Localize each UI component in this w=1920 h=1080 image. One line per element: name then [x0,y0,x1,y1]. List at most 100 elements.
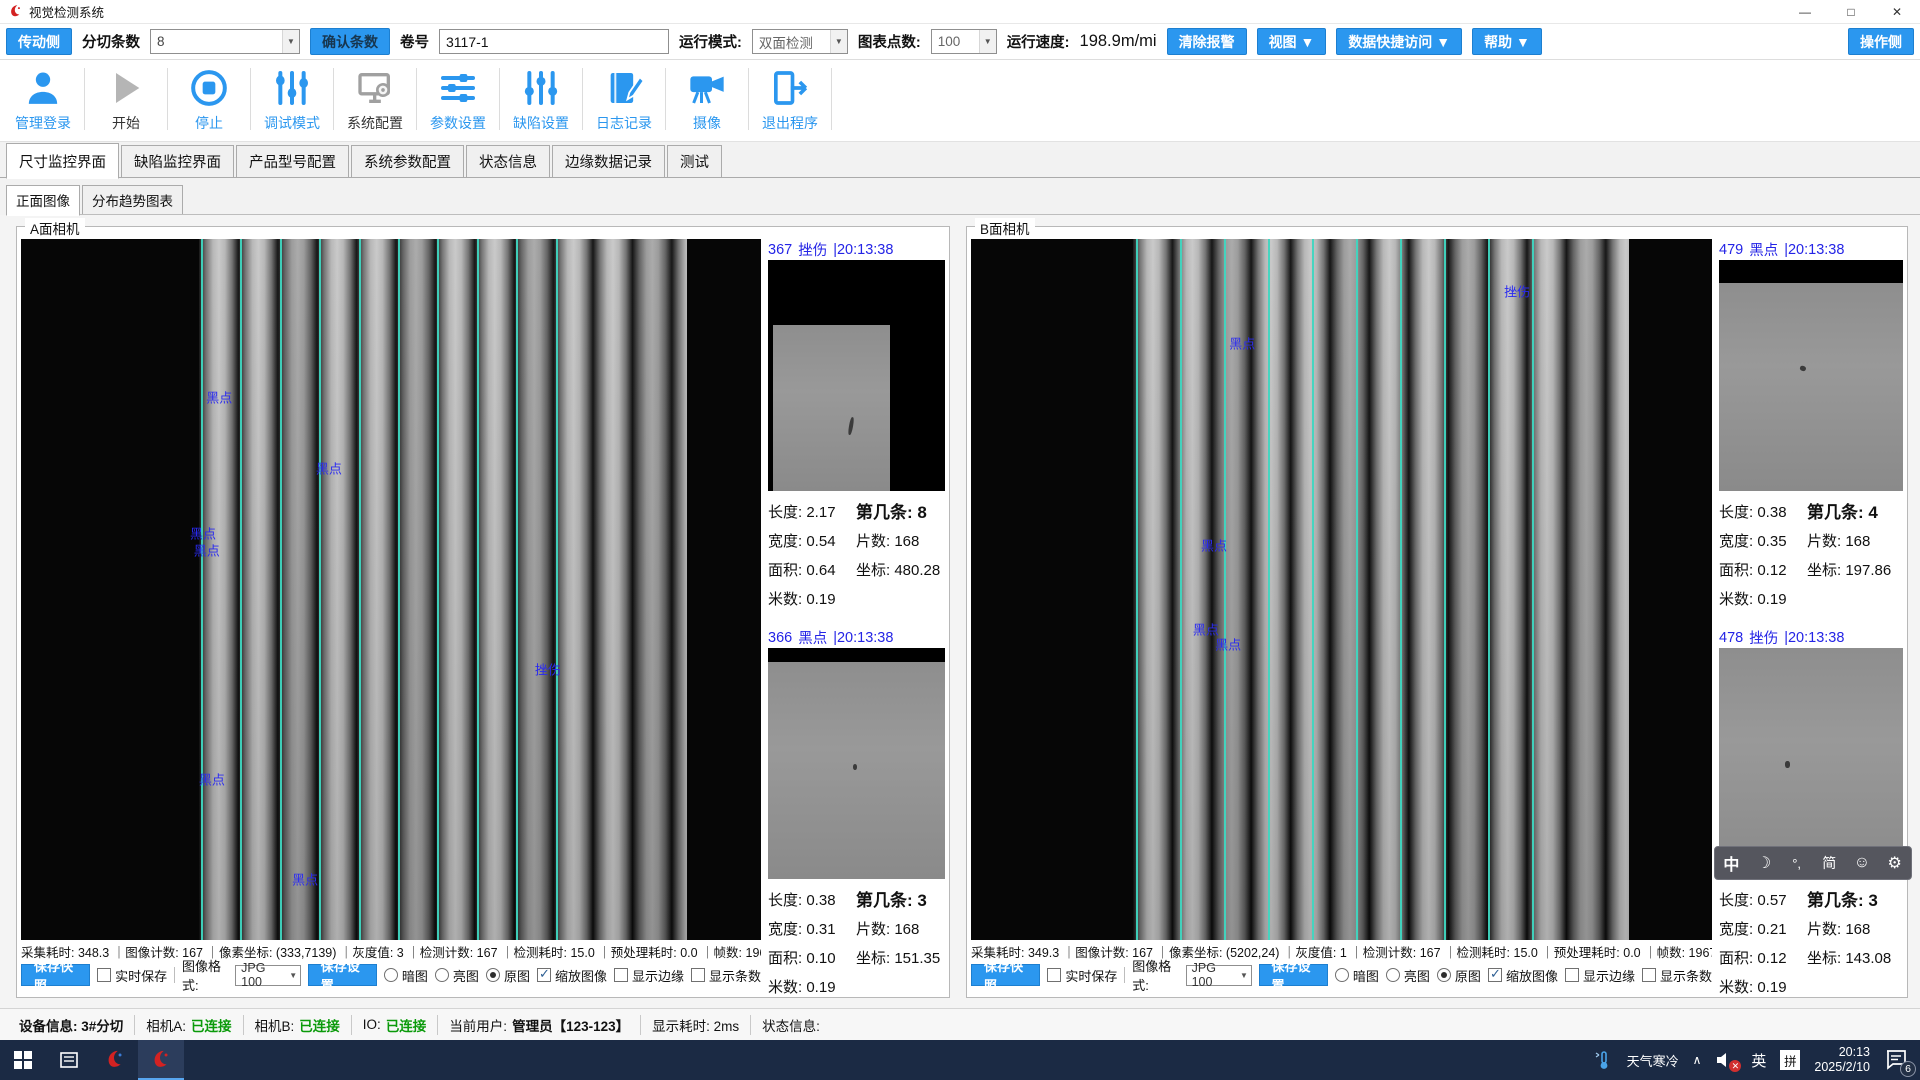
ime-settings-gear-icon[interactable]: ⚙ [1884,853,1906,873]
tab-front-image[interactable]: 正面图像 [6,185,80,216]
exit-program-button[interactable]: 退出程序 [755,60,825,133]
task-view-icon [59,1050,79,1070]
minimize-button[interactable]: — [1782,0,1828,23]
defect-overlay-label: 黑点 [199,770,225,789]
start-button[interactable]: 开始 [91,60,161,133]
original-image-radio[interactable]: 原图 [486,966,530,985]
thermometer-icon [1595,1050,1613,1070]
defect-card[interactable]: 479黑点|20:13:38 长度: 0.38 第几条: 4 宽度: 0.35 … [1719,239,1903,614]
radio-icon [384,968,398,982]
ime-emoji-icon[interactable]: ☺ [1851,854,1873,872]
view-menu-button[interactable]: 视图 ▼ [1257,28,1327,55]
zoom-image-checkbox[interactable]: 缩放图像 [1488,966,1558,985]
image-format-select[interactable]: JPG 100▼ [235,965,301,986]
slit-boundary-line [240,239,242,940]
confirm-count-button[interactable]: 确认条数 [310,28,390,55]
volume-muted-icon[interactable]: ✕ [1715,1050,1737,1070]
data-quick-access-button[interactable]: 数据快捷访问 ▼ [1336,28,1462,55]
chevron-down-icon: ▼ [287,966,300,985]
device-info: 设备信息: 3#分切 [8,1015,135,1035]
strip-count-select[interactable]: 8 ▼ [150,29,300,54]
defect-thumbnail [1719,648,1903,879]
ime-fullwidth-moon-icon[interactable]: ☽ [1753,853,1775,873]
defect-thumbnail [768,260,945,491]
task-view-button[interactable] [46,1040,92,1080]
dark-image-radio[interactable]: 暗图 [1335,966,1379,985]
camera-a-image[interactable]: 黑点黑点黑点黑点挫伤黑点黑点 [21,239,761,940]
capture-button[interactable]: 摄像 [672,60,742,133]
tab-trend-chart[interactable]: 分布趋势图表 [82,185,183,215]
thumbnail-material-region [768,662,945,879]
checkbox-checked-icon [1488,968,1502,982]
image-format-select[interactable]: JPG 100▼ [1186,965,1252,986]
original-image-radio[interactable]: 原图 [1437,966,1481,985]
save-settings-button[interactable]: 保存设置 [308,964,377,986]
camera-b-image[interactable]: 挫伤黑点黑点黑点黑点 [971,239,1712,940]
roll-number-input[interactable]: 3117-1 [439,29,669,54]
defect-card[interactable]: 367挫伤|20:13:38 长度: 2.17 第几条: 8 宽度: 0.54 … [768,239,945,614]
taskbar-app-button-active[interactable] [138,1040,184,1080]
admin-login-button[interactable]: 管理登录 [8,60,78,133]
system-config-button[interactable]: 系统配置 [340,60,410,133]
save-snapshot-button[interactable]: 保存快照 [21,964,90,986]
sub-tab-strip: 正面图像 分布趋势图表 [6,188,185,215]
taskbar-clock[interactable]: 20:13 2025/2/10 [1814,1045,1870,1075]
radio-icon [435,968,449,982]
realtime-save-checkbox[interactable]: 实时保存 [1047,966,1117,985]
clear-alarm-button[interactable]: 清除报警 [1167,28,1247,55]
save-settings-button[interactable]: 保存设置 [1259,964,1328,986]
tab-product-model[interactable]: 产品型号配置 [236,145,349,178]
tab-system-params[interactable]: 系统参数配置 [351,145,464,178]
stop-button[interactable]: 停止 [174,60,244,133]
slit-boundary-line [1532,239,1534,940]
defect-stats: 长度: 0.38 第几条: 4 宽度: 0.35 片数: 168 面积: 0.1… [1719,491,1903,614]
taskbar-app-button[interactable] [92,1040,138,1080]
maximize-button[interactable]: □ [1828,0,1874,23]
close-button[interactable]: ✕ [1874,0,1920,23]
zoom-image-checkbox[interactable]: 缩放图像 [537,966,607,985]
show-edge-checkbox[interactable]: 显示边缘 [1565,966,1635,985]
ime-punctuation-icon[interactable]: °, [1786,856,1808,871]
chart-points-select[interactable]: 100 ▼ [931,29,997,54]
operator-side-button[interactable]: 操作侧 [1848,28,1914,55]
slit-boundary-line [477,239,479,940]
dark-image-radio[interactable]: 暗图 [384,966,428,985]
run-mode-select[interactable]: 双面检测 ▼ [752,29,848,54]
tab-defect-monitor[interactable]: 缺陷监控界面 [121,145,234,178]
ime-pinyin-badge[interactable]: 拼 [1780,1050,1800,1070]
parameter-settings-button[interactable]: 参数设置 [423,60,493,133]
tab-edge-data[interactable]: 边缘数据记录 [552,145,665,178]
bright-image-radio[interactable]: 亮图 [435,966,479,985]
defect-overlay-label: 黑点 [1215,635,1241,654]
realtime-save-checkbox[interactable]: 实时保存 [97,966,167,985]
weather-text[interactable]: 天气寒冷 [1627,1051,1679,1070]
show-strips-checkbox[interactable]: 显示条数 [691,966,761,985]
help-menu-button[interactable]: 帮助 ▼ [1472,28,1542,55]
bright-image-radio[interactable]: 亮图 [1386,966,1430,985]
notification-center-button[interactable]: 6 [1884,1047,1910,1073]
app-flame-icon [104,1049,126,1071]
tray-expand-chevron[interactable]: ∧ [1693,1053,1702,1067]
log-record-button[interactable]: 日志记录 [589,60,659,133]
show-edge-checkbox[interactable]: 显示边缘 [614,966,684,985]
tab-status-info[interactable]: 状态信息 [466,145,550,178]
defect-card[interactable]: 478挫伤|20:13:38 长度: 0.57 第几条: 3 宽度: 0.21 … [1719,627,1903,1002]
chevron-down-icon: ▼ [830,30,847,53]
debug-mode-button[interactable]: 调试模式 [257,60,327,133]
defect-stats: 长度: 0.57 第几条: 3 宽度: 0.21 片数: 168 面积: 0.1… [1719,879,1903,1002]
roll-number-label: 卷号 [400,31,429,52]
drive-side-button[interactable]: 传动侧 [6,28,72,55]
start-button[interactable] [0,1040,46,1080]
tab-size-monitor[interactable]: 尺寸监控界面 [6,143,119,179]
defect-card[interactable]: 366黑点|20:13:38 长度: 0.38 第几条: 3 宽度: 0.31 … [768,627,945,1002]
defect-settings-button[interactable]: 缺陷设置 [506,60,576,133]
save-snapshot-button[interactable]: 保存快照 [971,964,1040,986]
language-indicator[interactable]: 英 [1751,1050,1766,1071]
defect-card-header: 478挫伤|20:13:38 [1719,627,1903,648]
slit-boundary-line [1268,239,1270,940]
ime-mode-chinese[interactable]: 中 [1720,851,1742,875]
tab-test[interactable]: 测试 [667,145,722,178]
show-strips-checkbox[interactable]: 显示条数 [1642,966,1712,985]
defect-overlay-label: 黑点 [1201,535,1227,554]
ime-simplified-icon[interactable]: 简 [1818,853,1840,873]
